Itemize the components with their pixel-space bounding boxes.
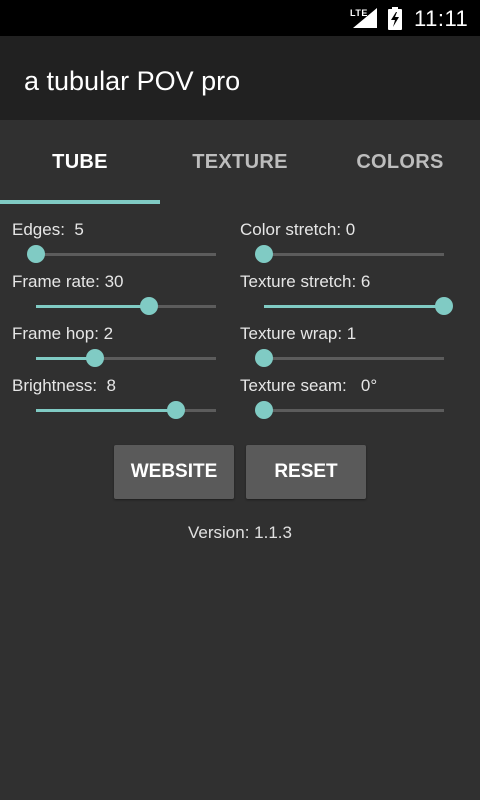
slider-track [36, 253, 216, 256]
slider-thumb[interactable] [255, 349, 273, 367]
slider-thumb[interactable] [435, 297, 453, 315]
slider-thumb[interactable] [255, 245, 273, 263]
frame-hop-slider[interactable] [36, 346, 216, 370]
tab-colors[interactable]: COLORS [320, 120, 480, 204]
frame-rate-slider[interactable] [36, 294, 216, 318]
slider-track [264, 409, 444, 412]
slider-fill [36, 305, 150, 308]
brightness-slider[interactable] [36, 398, 216, 422]
edges-slider[interactable] [27, 242, 216, 266]
slider-track [264, 357, 444, 360]
reset-button[interactable]: RESET [246, 445, 366, 499]
slider-thumb[interactable] [86, 349, 105, 367]
texture-seam-label: Texture seam: 0° [240, 376, 378, 395]
battery-charging-icon [388, 7, 402, 30]
tab-bar: TUBE TEXTURE COLORS [0, 120, 480, 204]
signal-strength-icon [353, 8, 377, 28]
tab-tube[interactable]: TUBE [0, 120, 160, 204]
slider-fill [264, 305, 444, 308]
active-tab-indicator [0, 200, 160, 204]
frame-rate-label: Frame rate: 30 [12, 272, 124, 291]
slider-thumb[interactable] [140, 297, 159, 315]
status-clock: 11:11 [414, 6, 469, 31]
version-label: Version: 1.1.3 [188, 523, 292, 542]
brightness-label: Brightness: 8 [12, 376, 116, 395]
status-bar: LTE 11:11 [0, 0, 480, 36]
texture-stretch-slider[interactable] [264, 294, 453, 318]
slider-thumb[interactable] [255, 401, 273, 419]
tab-texture[interactable]: TEXTURE [160, 120, 320, 204]
slider-thumb[interactable] [167, 401, 186, 419]
slider-thumb[interactable] [27, 245, 45, 263]
texture-wrap-label: Texture wrap: 1 [240, 324, 357, 343]
website-button[interactable]: WEBSITE [114, 445, 234, 499]
texture-wrap-slider[interactable] [255, 346, 444, 370]
texture-stretch-label: Texture stretch: 6 [240, 272, 371, 291]
color-stretch-label: Color stretch: 0 [240, 220, 356, 239]
texture-seam-slider[interactable] [255, 398, 444, 422]
app-title: a tubular POV pro [24, 66, 241, 96]
app-bar: a tubular POV pro [0, 36, 480, 120]
slider-fill [36, 409, 177, 412]
edges-label: Edges: 5 [12, 220, 84, 239]
color-stretch-slider[interactable] [255, 242, 444, 266]
slider-track [264, 253, 444, 256]
frame-hop-label: Frame hop: 2 [12, 324, 114, 343]
